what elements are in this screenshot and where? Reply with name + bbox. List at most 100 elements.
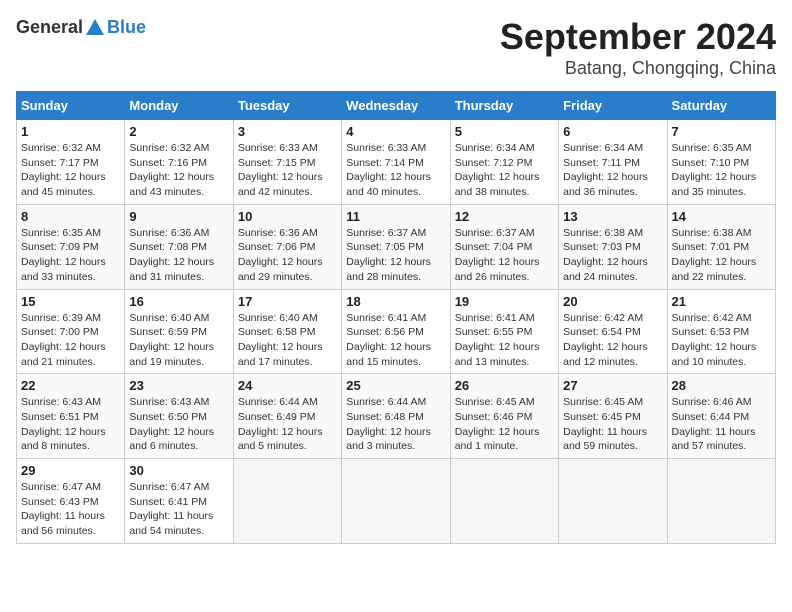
calendar-week-3: 15 Sunrise: 6:39 AM Sunset: 7:00 PM Dayli… xyxy=(17,289,776,374)
calendar-cell: 18 Sunrise: 6:41 AM Sunset: 6:56 PM Dayli… xyxy=(342,289,450,374)
day-info: Sunrise: 6:38 AM Sunset: 7:01 PM Dayligh… xyxy=(672,226,771,285)
calendar-cell: 28 Sunrise: 6:46 AM Sunset: 6:44 PM Dayli… xyxy=(667,374,775,459)
calendar-cell: 20 Sunrise: 6:42 AM Sunset: 6:54 PM Dayli… xyxy=(559,289,667,374)
calendar-cell: 9Sunrise: 6:36 AM Sunset: 7:08 PM Daylig… xyxy=(125,204,233,289)
day-number: 1 xyxy=(21,124,120,139)
day-number: 28 xyxy=(672,378,771,393)
calendar-week-4: 22Sunrise: 6:43 AM Sunset: 6:51 PM Dayli… xyxy=(17,374,776,459)
day-info: Sunrise: 6:46 AM Sunset: 6:44 PM Dayligh… xyxy=(672,395,771,454)
day-number: 5 xyxy=(455,124,554,139)
day-info: Sunrise: 6:45 AM Sunset: 6:45 PM Dayligh… xyxy=(563,395,662,454)
day-number: 30 xyxy=(129,463,228,478)
calendar-cell xyxy=(559,459,667,544)
day-number: 2 xyxy=(129,124,228,139)
day-info: Sunrise: 6:43 AM Sunset: 6:50 PM Dayligh… xyxy=(129,395,228,454)
column-header-thursday: Thursday xyxy=(450,92,558,120)
day-number: 9 xyxy=(129,209,228,224)
day-number: 29 xyxy=(21,463,120,478)
day-info: Sunrise: 6:47 AM Sunset: 6:43 PM Dayligh… xyxy=(21,480,120,539)
day-number: 21 xyxy=(672,294,771,309)
day-number: 25 xyxy=(346,378,445,393)
calendar-cell: 7 Sunrise: 6:35 AM Sunset: 7:10 PM Daylig… xyxy=(667,120,775,205)
month-title: September 2024 xyxy=(500,16,776,58)
calendar-cell: 14 Sunrise: 6:38 AM Sunset: 7:01 PM Dayli… xyxy=(667,204,775,289)
day-number: 20 xyxy=(563,294,662,309)
calendar-cell: 23 Sunrise: 6:43 AM Sunset: 6:50 PM Dayli… xyxy=(125,374,233,459)
calendar-cell: 26Sunrise: 6:45 AM Sunset: 6:46 PM Dayli… xyxy=(450,374,558,459)
calendar-cell: 5 Sunrise: 6:34 AM Sunset: 7:12 PM Daylig… xyxy=(450,120,558,205)
day-info: Sunrise: 6:37 AM Sunset: 7:04 PM Dayligh… xyxy=(455,226,554,285)
day-info: Sunrise: 6:41 AM Sunset: 6:56 PM Dayligh… xyxy=(346,311,445,370)
calendar-cell: 6 Sunrise: 6:34 AM Sunset: 7:11 PM Daylig… xyxy=(559,120,667,205)
calendar-cell: 13 Sunrise: 6:38 AM Sunset: 7:03 PM Dayli… xyxy=(559,204,667,289)
calendar-cell: 21Sunrise: 6:42 AM Sunset: 6:53 PM Dayli… xyxy=(667,289,775,374)
day-info: Sunrise: 6:40 AM Sunset: 6:59 PM Dayligh… xyxy=(129,311,228,370)
calendar-cell xyxy=(233,459,341,544)
calendar-cell: 3 Sunrise: 6:33 AM Sunset: 7:15 PM Daylig… xyxy=(233,120,341,205)
column-header-sunday: Sunday xyxy=(17,92,125,120)
calendar-week-5: 29 Sunrise: 6:47 AM Sunset: 6:43 PM Dayli… xyxy=(17,459,776,544)
calendar-cell xyxy=(450,459,558,544)
calendar-cell xyxy=(667,459,775,544)
day-info: Sunrise: 6:41 AM Sunset: 6:55 PM Dayligh… xyxy=(455,311,554,370)
location-title: Batang, Chongqing, China xyxy=(500,58,776,79)
day-number: 26 xyxy=(455,378,554,393)
logo: General Blue xyxy=(16,16,146,39)
day-number: 19 xyxy=(455,294,554,309)
day-number: 3 xyxy=(238,124,337,139)
day-number: 15 xyxy=(21,294,120,309)
calendar-cell: 8Sunrise: 6:35 AM Sunset: 7:09 PM Daylig… xyxy=(17,204,125,289)
day-number: 24 xyxy=(238,378,337,393)
column-header-monday: Monday xyxy=(125,92,233,120)
column-header-saturday: Saturday xyxy=(667,92,775,120)
column-header-wednesday: Wednesday xyxy=(342,92,450,120)
day-number: 17 xyxy=(238,294,337,309)
column-header-tuesday: Tuesday xyxy=(233,92,341,120)
day-number: 8 xyxy=(21,209,120,224)
day-number: 23 xyxy=(129,378,228,393)
day-info: Sunrise: 6:34 AM Sunset: 7:12 PM Dayligh… xyxy=(455,141,554,200)
day-info: Sunrise: 6:43 AM Sunset: 6:51 PM Dayligh… xyxy=(21,395,120,454)
day-number: 13 xyxy=(563,209,662,224)
day-number: 6 xyxy=(563,124,662,139)
day-info: Sunrise: 6:38 AM Sunset: 7:03 PM Dayligh… xyxy=(563,226,662,285)
calendar-week-1: 1 Sunrise: 6:32 AM Sunset: 7:17 PM Daylig… xyxy=(17,120,776,205)
logo-general-text: General xyxy=(16,17,83,38)
day-info: Sunrise: 6:36 AM Sunset: 7:06 PM Dayligh… xyxy=(238,226,337,285)
day-info: Sunrise: 6:37 AM Sunset: 7:05 PM Dayligh… xyxy=(346,226,445,285)
day-info: Sunrise: 6:42 AM Sunset: 6:54 PM Dayligh… xyxy=(563,311,662,370)
day-number: 7 xyxy=(672,124,771,139)
day-number: 4 xyxy=(346,124,445,139)
day-number: 18 xyxy=(346,294,445,309)
day-info: Sunrise: 6:44 AM Sunset: 6:49 PM Dayligh… xyxy=(238,395,337,454)
calendar-cell: 25 Sunrise: 6:44 AM Sunset: 6:48 PM Dayli… xyxy=(342,374,450,459)
calendar-cell: 11 Sunrise: 6:37 AM Sunset: 7:05 PM Dayli… xyxy=(342,204,450,289)
calendar-cell: 22Sunrise: 6:43 AM Sunset: 6:51 PM Dayli… xyxy=(17,374,125,459)
title-block: September 2024 Batang, Chongqing, China xyxy=(500,16,776,79)
logo-icon xyxy=(84,17,106,39)
day-number: 14 xyxy=(672,209,771,224)
calendar-cell: 30 Sunrise: 6:47 AM Sunset: 6:41 PM Dayli… xyxy=(125,459,233,544)
day-info: Sunrise: 6:33 AM Sunset: 7:15 PM Dayligh… xyxy=(238,141,337,200)
calendar-cell: 15 Sunrise: 6:39 AM Sunset: 7:00 PM Dayli… xyxy=(17,289,125,374)
calendar-cell: 10 Sunrise: 6:36 AM Sunset: 7:06 PM Dayli… xyxy=(233,204,341,289)
day-number: 11 xyxy=(346,209,445,224)
calendar-cell: 16Sunrise: 6:40 AM Sunset: 6:59 PM Dayli… xyxy=(125,289,233,374)
day-info: Sunrise: 6:44 AM Sunset: 6:48 PM Dayligh… xyxy=(346,395,445,454)
day-info: Sunrise: 6:33 AM Sunset: 7:14 PM Dayligh… xyxy=(346,141,445,200)
calendar-header-row: SundayMondayTuesdayWednesdayThursdayFrid… xyxy=(17,92,776,120)
header: General Blue September 2024 Batang, Chon… xyxy=(16,16,776,79)
calendar-cell: 24 Sunrise: 6:44 AM Sunset: 6:49 PM Dayli… xyxy=(233,374,341,459)
calendar-cell: 12Sunrise: 6:37 AM Sunset: 7:04 PM Dayli… xyxy=(450,204,558,289)
day-info: Sunrise: 6:32 AM Sunset: 7:17 PM Dayligh… xyxy=(21,141,120,200)
day-info: Sunrise: 6:34 AM Sunset: 7:11 PM Dayligh… xyxy=(563,141,662,200)
calendar-cell: 4 Sunrise: 6:33 AM Sunset: 7:14 PM Daylig… xyxy=(342,120,450,205)
day-info: Sunrise: 6:39 AM Sunset: 7:00 PM Dayligh… xyxy=(21,311,120,370)
day-info: Sunrise: 6:35 AM Sunset: 7:10 PM Dayligh… xyxy=(672,141,771,200)
calendar-week-2: 8Sunrise: 6:35 AM Sunset: 7:09 PM Daylig… xyxy=(17,204,776,289)
day-info: Sunrise: 6:47 AM Sunset: 6:41 PM Dayligh… xyxy=(129,480,228,539)
calendar-cell xyxy=(342,459,450,544)
calendar-cell: 27Sunrise: 6:45 AM Sunset: 6:45 PM Dayli… xyxy=(559,374,667,459)
calendar-cell: 17Sunrise: 6:40 AM Sunset: 6:58 PM Dayli… xyxy=(233,289,341,374)
day-number: 10 xyxy=(238,209,337,224)
